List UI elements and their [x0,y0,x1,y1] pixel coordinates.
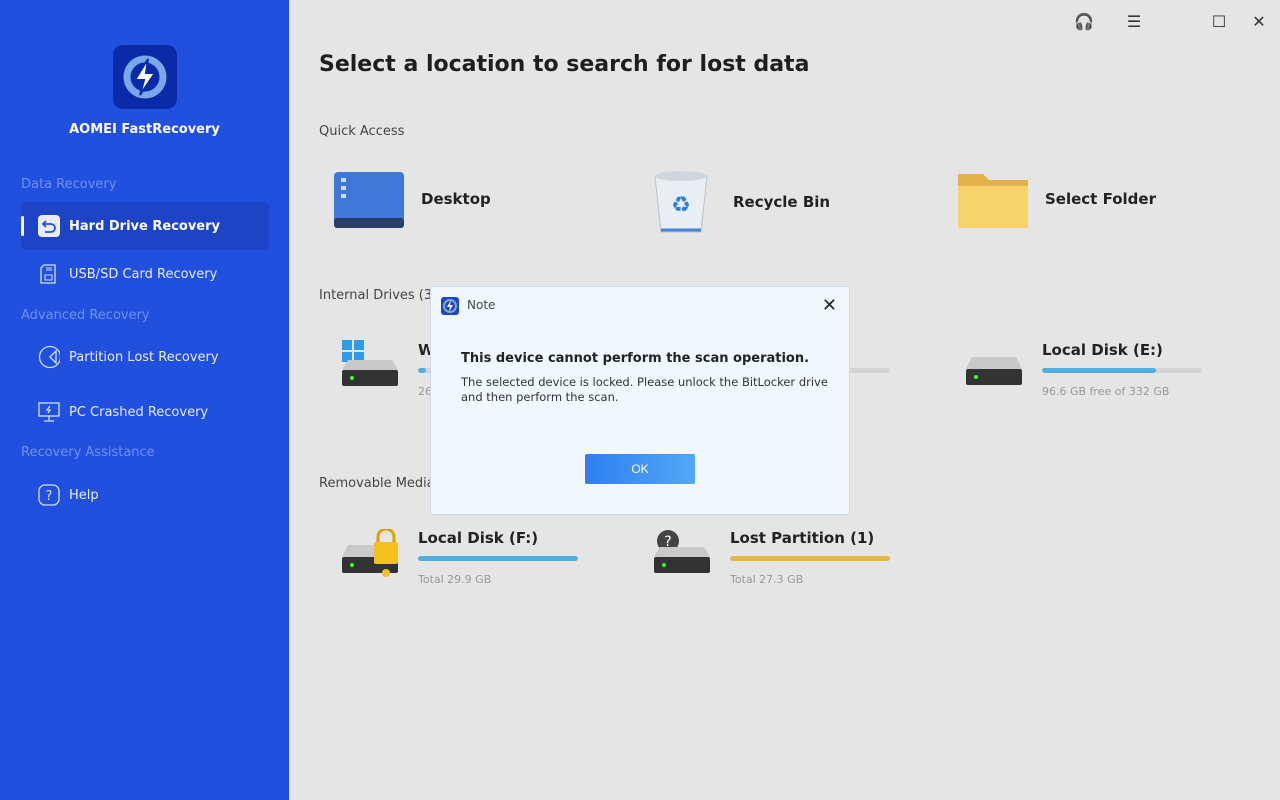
quick-access-recycle-bin[interactable]: ♻ Recycle Bin [649,168,830,236]
section-recovery-assistance: Recovery Assistance [21,445,155,460]
internal-drives-label: Internal Drives (3) [319,288,438,303]
note-dialog: Note ✕ This device cannot perform the sc… [430,286,850,515]
page-title: Select a location to search for lost dat… [319,52,810,77]
quick-access-desktop[interactable]: Desktop [333,168,491,230]
drive-name: Local Disk (E:) [1042,341,1163,359]
svg-text:?: ? [46,489,53,504]
app-logo [113,45,177,109]
drive-size: Total 27.3 GB [730,573,804,586]
partition-icon [38,345,60,369]
usage-fill [418,368,426,373]
svg-text:♻: ♻ [671,193,691,218]
app-name: AOMEI FastRecovery [69,122,220,137]
quick-access-select-folder[interactable]: Select Folder [957,168,1156,230]
drive-f[interactable]: Local Disk (F:) Total 29.9 GB [342,529,642,599]
unknown-drive-icon: ? [654,530,710,573]
sidebar-item-label: Hard Drive Recovery [69,218,221,234]
hard-drive-icon [966,357,1022,385]
usage-fill [418,556,578,561]
app-logo-icon [441,297,459,315]
sidebar-item-label: Partition Lost Recovery [69,349,219,365]
sidebar-item-label: USB/SD Card Recovery [69,266,218,282]
sidebar-item-partition-lost-recovery[interactable]: Partition Lost Recovery [21,333,269,381]
sidebar-item-usb-sd-card-recovery[interactable]: USB/SD Card Recovery [21,250,269,298]
removable-media-label: Removable Media [319,476,435,491]
lost-partition[interactable]: ? Lost Partition (1) Total 27.3 GB [654,529,954,599]
dialog-title: Note [467,298,496,312]
desktop-icon [334,172,404,228]
desktop-label: Desktop [421,190,491,208]
monitor-bolt-icon [38,401,60,423]
question-icon: ? [38,484,60,506]
usage-fill [730,556,890,561]
sidebar-item-label: PC Crashed Recovery [69,404,209,420]
usage-bar [1042,368,1202,373]
undo-icon [38,215,60,237]
sidebar-item-help[interactable]: ? Help [21,471,269,519]
sidebar-item-hard-drive-recovery[interactable]: Hard Drive Recovery [21,202,269,250]
drive-e[interactable]: Local Disk (E:) 96.6 GB free of 332 GB [966,341,1266,411]
drive-size: 96.6 GB free of 332 GB [1042,385,1170,398]
section-data-recovery: Data Recovery [21,177,117,192]
drive-name: Local Disk (F:) [418,529,539,547]
dialog-message: The selected device is locked. Please un… [461,375,828,404]
drive-name: Lost Partition (1) [730,529,875,547]
menu-icon[interactable]: ☰ [1124,12,1144,31]
usage-bar [418,556,578,561]
dialog-heading: This device cannot perform the scan oper… [461,351,810,366]
select-folder-label: Select Folder [1045,190,1156,208]
windows-drive-icon [342,340,398,386]
dialog-close-icon[interactable]: ✕ [822,295,837,316]
folder-icon [958,174,1028,228]
recycle-bin-label: Recycle Bin [733,193,831,211]
sidebar-item-pc-crashed-recovery[interactable]: PC Crashed Recovery [21,388,269,436]
usage-bar [730,556,890,561]
sd-card-icon [38,263,60,285]
drive-size: Total 29.9 GB [418,573,492,586]
sidebar-item-label: Help [69,487,99,503]
ok-button[interactable]: OK [585,454,695,484]
support-headset-icon[interactable]: 🎧 [1074,12,1094,31]
quick-access-label: Quick Access [319,124,405,139]
recycle-bin-icon: ♻ [654,171,708,233]
maximize-icon[interactable]: ☐ [1209,12,1229,31]
locked-drive-icon [342,529,398,577]
section-advanced-recovery: Advanced Recovery [21,308,150,323]
usage-fill [1042,368,1156,373]
sidebar: AOMEI FastRecovery Data Recovery Hard Dr… [0,0,289,800]
close-window-icon[interactable]: ✕ [1249,12,1269,31]
